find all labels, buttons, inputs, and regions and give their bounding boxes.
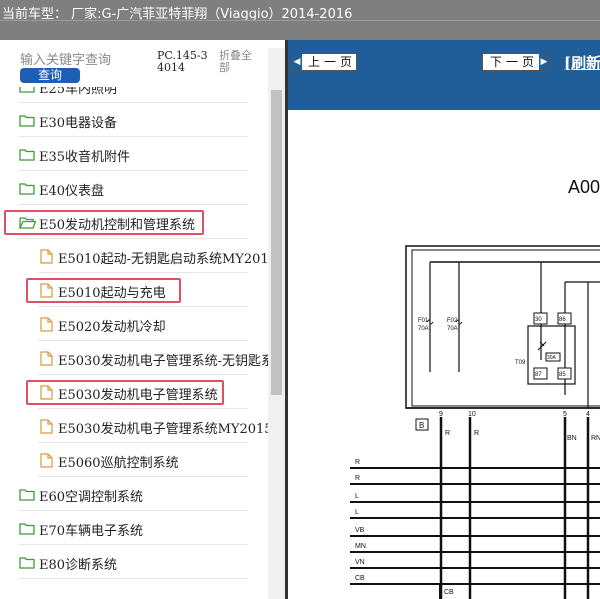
fuse2-rating: 70A [447, 326, 458, 332]
fuse1-rating: 70A [418, 326, 429, 332]
relay-pin-30-label: 30 [535, 317, 542, 323]
tree-document-item[interactable]: E5030发动机电子管理系统MY2015 [38, 410, 268, 443]
connector-label: B [419, 421, 424, 430]
relay-id: T09 [515, 360, 526, 366]
next-page-button[interactable]: 下一页 ▶ [482, 53, 550, 71]
tree-item-label: E35收音机附件 [39, 150, 131, 165]
fuse2-id: F02 [447, 318, 458, 324]
tree-folder-item[interactable]: E35收音机附件 [19, 138, 248, 171]
pin-5: 5 [563, 411, 567, 418]
harness-label-0: R [355, 459, 360, 466]
pin-10: 10 [468, 411, 476, 418]
query-button[interactable]: 查询 [20, 68, 80, 83]
collapse-all-button[interactable]: 折叠全部 [219, 50, 261, 74]
relay-pin-87-label: 87 [535, 372, 542, 378]
tree-folder-item[interactable]: E70车辆电子系统 [19, 512, 248, 545]
document-icon [40, 351, 53, 371]
harness-lines [350, 467, 600, 585]
tree-item-label: E5030发动机电子管理系统-无钥匙系 [58, 354, 268, 369]
harness-label-3: L [355, 509, 359, 516]
tree-folder-item[interactable]: E25车内照明 [19, 87, 248, 103]
wire-label-rn: RN [591, 435, 600, 442]
tree-document-item[interactable]: E5010起动-无钥匙启动系统MY2015 [38, 240, 268, 273]
document-icon [40, 419, 53, 439]
relay-switch-icon [537, 341, 547, 351]
fuse1-id: F01 [418, 318, 429, 324]
wire-label-bn: BN [567, 435, 577, 442]
pc-code: PC.145-34014 [157, 49, 208, 74]
document-icon [40, 453, 53, 473]
tree-folder-item[interactable]: E80诊断系统 [19, 546, 248, 579]
tree-scrollbar[interactable] [268, 48, 285, 599]
harness-label-1: R [355, 475, 360, 482]
tree-document-item[interactable]: E5030发动机电子管理系统-无钥匙系 [38, 342, 268, 375]
relay-pin-86-label: 86 [559, 317, 566, 323]
folder-icon [19, 556, 35, 574]
harness-label-7: CB [355, 575, 365, 582]
pin-9: 9 [439, 411, 443, 418]
tree-folder-item[interactable]: E30电器设备 [19, 104, 248, 137]
tree-document-item[interactable]: E5020发动机冷却 [38, 308, 248, 341]
viewer-toolbar: ◀ 上一页 下一页 ▶ [刷新 [288, 40, 600, 110]
bottom-wire-label: CB [444, 589, 454, 596]
wire-label-r2: R [474, 430, 479, 437]
harness-label-2: L [355, 493, 359, 500]
pin-4: 4 [586, 411, 590, 418]
tree-item-label: E80诊断系统 [39, 558, 118, 573]
arrow-left-icon: ◀ [292, 54, 302, 70]
document-icon [40, 317, 53, 337]
wiring-diagram: A00 F01 70A F02 70A 30 86 87 85 30A T09 … [288, 110, 600, 599]
selection-highlight [26, 278, 181, 303]
harness-label-4: VB [355, 527, 365, 534]
folder-icon [19, 182, 35, 200]
folder-icon [19, 148, 35, 166]
diagram-title: A00 [568, 177, 600, 197]
next-page-label: 下一页 [490, 55, 539, 69]
relay-rating: 30A [547, 355, 557, 361]
search-input[interactable] [20, 52, 142, 68]
relay-pin-85-label: 85 [559, 372, 566, 378]
title-bar: 当前车型： 厂家:G-广汽菲亚特菲翔（Viaggio）2014-2016 [0, 0, 600, 40]
folder-icon [19, 114, 35, 132]
tree-item-label: E5010起动-无钥匙启动系统MY2015 [58, 252, 268, 267]
document-icon [40, 249, 53, 269]
wire-label-r1: R [445, 430, 450, 437]
harness-label-5: MN [355, 543, 366, 550]
tree-item-label: E60空调控制系统 [39, 490, 144, 505]
tree-folder-item[interactable]: E40仪表盘 [19, 172, 248, 205]
tree-item-label: E5030发动机电子管理系统MY2015 [58, 422, 268, 437]
prev-page-label: 上一页 [308, 55, 357, 69]
folder-icon [19, 488, 35, 506]
tree-folder-item[interactable]: E60空调控制系统 [19, 478, 248, 511]
title-separator [0, 20, 600, 21]
directory-tree: E25车内照明 E30电器设备 E35收音机附件 E40仪表盘 E50发动机控制和管理系… [0, 87, 268, 599]
module-inner-box [411, 249, 600, 407]
scrollbar-thumb[interactable] [271, 90, 282, 395]
folder-icon [19, 87, 35, 98]
wiring-diagram-svg: A00 F01 70A F02 70A 30 86 87 85 30A T09 … [350, 177, 600, 599]
tree-item-label: E40仪表盘 [39, 184, 105, 199]
prev-page-button[interactable]: ◀ 上一页 [291, 53, 357, 71]
refresh-link[interactable]: [刷新 [564, 52, 600, 73]
tree-document-item[interactable]: E5060巡航控制系统 [38, 444, 248, 477]
tree-item-label: E5060巡航控制系统 [58, 456, 179, 471]
selection-highlight [26, 380, 224, 405]
tree-item-label: E30电器设备 [39, 116, 118, 131]
selection-highlight [4, 210, 204, 235]
viewer-panel: ◀ 上一页 下一页 ▶ [刷新 A00 F01 70A F02 70A 30 8… [288, 40, 600, 599]
harness-label-6: VN [355, 559, 365, 566]
tree-item-label: E70车辆电子系统 [39, 524, 144, 539]
tree-item-label: E5020发动机冷却 [58, 320, 166, 335]
folder-icon [19, 522, 35, 540]
tree-item-label: E25车内照明 [39, 87, 118, 97]
arrow-right-icon: ▶ [539, 54, 549, 70]
